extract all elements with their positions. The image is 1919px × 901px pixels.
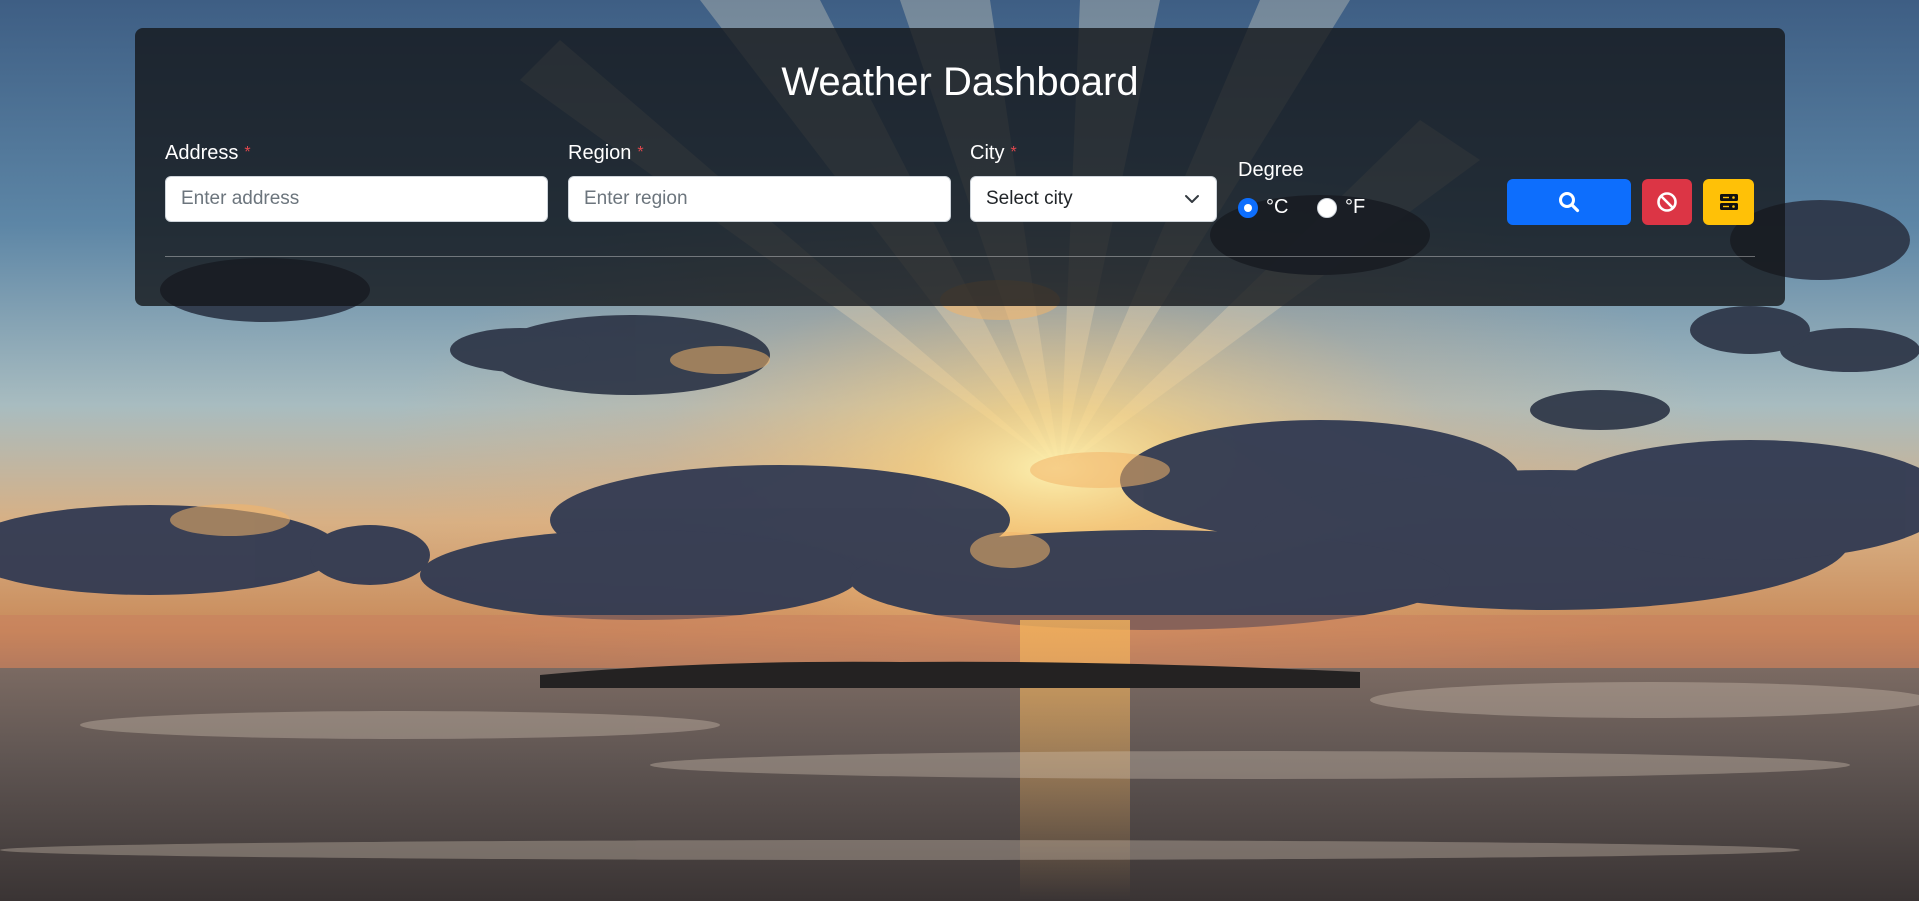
ban-icon xyxy=(1657,192,1677,212)
chevron-down-icon xyxy=(1185,195,1199,203)
region-label: Region * xyxy=(568,141,644,165)
region-label-text: Region xyxy=(568,142,632,164)
radio-celsius-label: °C xyxy=(1266,196,1289,218)
search-button[interactable] xyxy=(1507,179,1631,225)
address-label-text: Address xyxy=(165,142,239,164)
page-title: Weather Dashboard xyxy=(781,60,1139,104)
radio-fahrenheit-button[interactable] xyxy=(1317,197,1337,218)
search-panel: Weather Dashboard Address * Region * City *… xyxy=(135,28,1785,306)
city-label-text: City xyxy=(970,142,1005,164)
city-select-value: Select city xyxy=(986,188,1073,209)
region-input[interactable] xyxy=(568,176,951,222)
radio-celsius[interactable]: °C xyxy=(1238,196,1288,219)
storage-button[interactable] xyxy=(1703,179,1754,225)
degree-label: Degree xyxy=(1238,159,1304,181)
required-marker: * xyxy=(244,144,251,161)
city-label: City * xyxy=(970,141,1017,165)
radio-fahrenheit[interactable]: °F xyxy=(1317,196,1365,219)
radio-fahrenheit-label: °F xyxy=(1345,196,1366,218)
search-icon xyxy=(1559,192,1580,213)
radio-celsius-button[interactable] xyxy=(1238,197,1258,218)
required-marker: * xyxy=(637,144,644,161)
address-input[interactable] xyxy=(165,176,548,222)
address-label: Address * xyxy=(165,141,251,165)
panel-divider xyxy=(165,256,1755,257)
server-icon xyxy=(1719,194,1738,210)
clear-button[interactable] xyxy=(1642,179,1692,225)
required-marker: * xyxy=(1010,144,1017,161)
city-select[interactable]: Select city xyxy=(970,176,1217,222)
